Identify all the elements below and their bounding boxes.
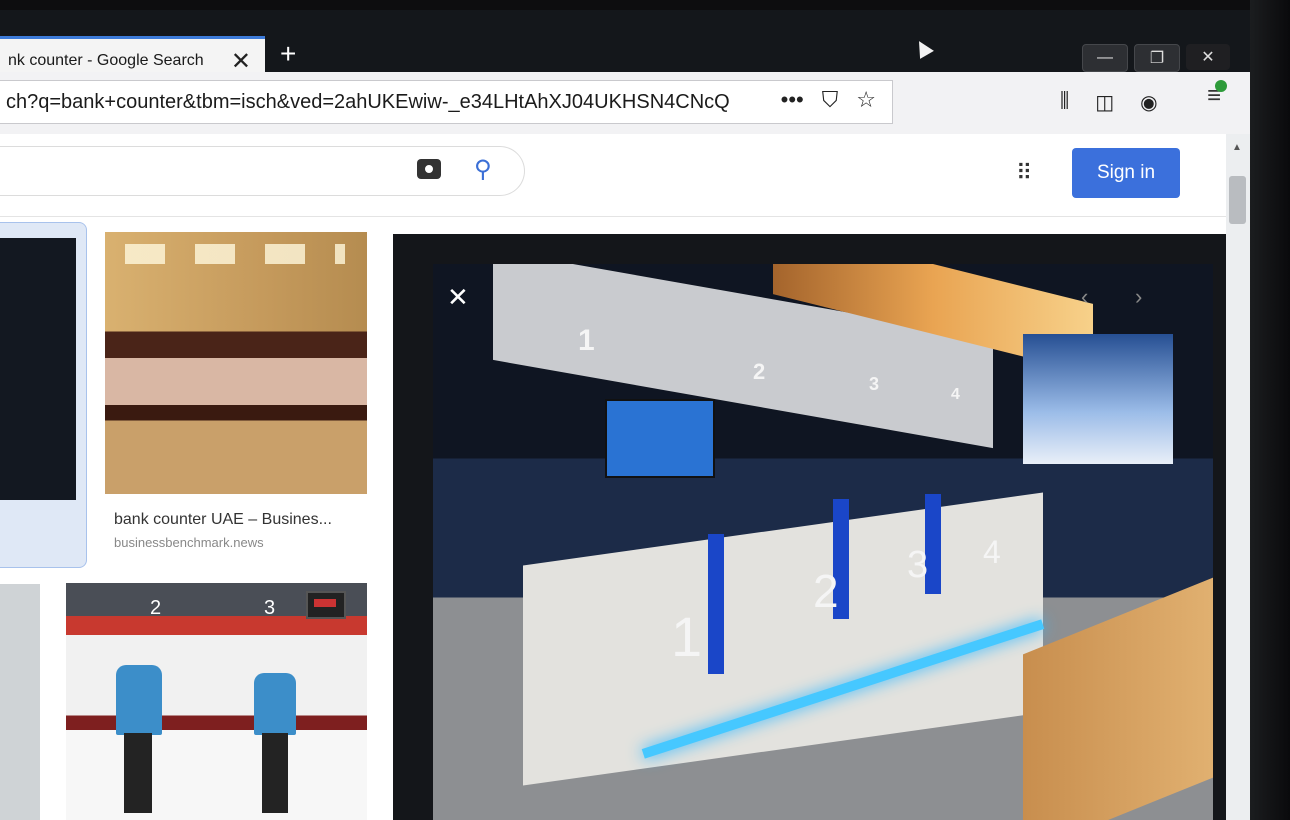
scroll-thumb[interactable] <box>1229 176 1246 224</box>
customer-legs <box>262 733 288 813</box>
wood-railing <box>1023 573 1213 820</box>
search-icon[interactable]: ⚲ <box>474 155 492 184</box>
counter-number: 3 <box>907 544 929 586</box>
star-icon[interactable]: ☆ <box>856 87 876 113</box>
result-thumbnail-partial[interactable] <box>0 584 40 820</box>
ceiling-lights <box>125 244 345 264</box>
sign-number: 4 <box>951 386 960 403</box>
customer-figure <box>254 673 296 735</box>
result-thumbnail[interactable] <box>0 238 76 500</box>
sign-number: 3 <box>869 374 880 394</box>
mouse-cursor-icon <box>912 37 934 59</box>
camera-icon[interactable] <box>417 159 441 179</box>
new-tab-button[interactable]: + <box>280 38 296 70</box>
url-text[interactable]: ch?q=bank+counter&tbm=isch&ved=2ahUKEwiw… <box>0 91 756 114</box>
preview-next-icon[interactable]: › <box>1135 284 1142 310</box>
toolbar-icons: ⫼ ◫ ◉ <box>1060 90 1158 115</box>
result-thumbnail-tellers[interactable]: 2 3 <box>66 583 367 820</box>
library-icon[interactable]: ⫼ <box>1060 90 1069 115</box>
preview-image[interactable]: 1 2 3 4 1 2 3 4 <box>433 264 1213 820</box>
info-screen <box>605 399 715 478</box>
preview-close-icon[interactable]: ✕ <box>447 282 469 313</box>
counter-number: 3 <box>264 597 276 619</box>
counter-number: 2 <box>150 597 162 619</box>
sign-in-button[interactable]: Sign in <box>1072 148 1180 198</box>
google-header: ⚲ ⠿ Sign in <box>0 134 1226 217</box>
preview-prev-icon[interactable]: ‹ <box>1081 284 1088 310</box>
page-actions-menu-icon[interactable]: ••• <box>781 87 804 113</box>
scroll-up-icon[interactable]: ▲ <box>1232 142 1242 153</box>
tab-bar: nk counter - Google Search ✕ + — ❐ ✕ <box>0 10 1250 82</box>
page-actions: ••• ⛉ ☆ <box>781 87 876 113</box>
counter-divider <box>708 534 724 674</box>
update-badge-icon <box>1215 80 1227 92</box>
customer-legs <box>124 733 152 813</box>
sign-number: 2 <box>753 359 766 384</box>
pocket-icon[interactable]: ⛉ <box>822 87 839 113</box>
teller-counter <box>523 492 1043 786</box>
monitor-bezel-right <box>1250 0 1290 820</box>
result-title[interactable]: bank counter UAE – Busines... <box>114 511 332 529</box>
minimize-button[interactable]: — <box>1082 44 1128 72</box>
wall-screen <box>306 591 346 619</box>
window-controls: — ❐ ✕ <box>1082 44 1230 72</box>
result-source: businessbenchmark.news <box>114 535 264 550</box>
result-thumbnail-bank-counter-uae[interactable] <box>105 232 367 494</box>
navigation-toolbar: ch?q=bank+counter&tbm=isch&ved=2ahUKEwiw… <box>0 72 1250 134</box>
sidebar-icon[interactable]: ◫ <box>1095 90 1114 115</box>
sign-number: 1 <box>578 324 595 357</box>
customer-figure <box>116 665 162 735</box>
url-bar[interactable]: ch?q=bank+counter&tbm=isch&ved=2ahUKEwiw… <box>0 80 893 124</box>
tab-title: nk counter - Google Search <box>8 51 204 69</box>
counter-number: 2 <box>813 565 839 617</box>
image-results: bank counter UAE – Busines... businessbe… <box>0 217 1226 820</box>
monitor-bezel-top <box>0 0 1290 10</box>
image-preview-panel: 1 2 3 4 1 2 3 4 ✕ ‹ › <box>393 234 1226 820</box>
counter-number: 1 <box>671 605 703 668</box>
close-window-button[interactable]: ✕ <box>1186 44 1230 70</box>
page-scrollbar[interactable]: ▲ <box>1226 134 1250 820</box>
search-input[interactable]: ⚲ <box>0 146 525 196</box>
account-icon[interactable]: ◉ <box>1140 90 1157 115</box>
result-card-selected[interactable] <box>0 222 87 568</box>
restore-button[interactable]: ❐ <box>1134 44 1180 72</box>
sky-display <box>1023 334 1173 464</box>
apps-icon[interactable]: ⠿ <box>1016 160 1032 186</box>
counter-number: 4 <box>983 534 1001 570</box>
